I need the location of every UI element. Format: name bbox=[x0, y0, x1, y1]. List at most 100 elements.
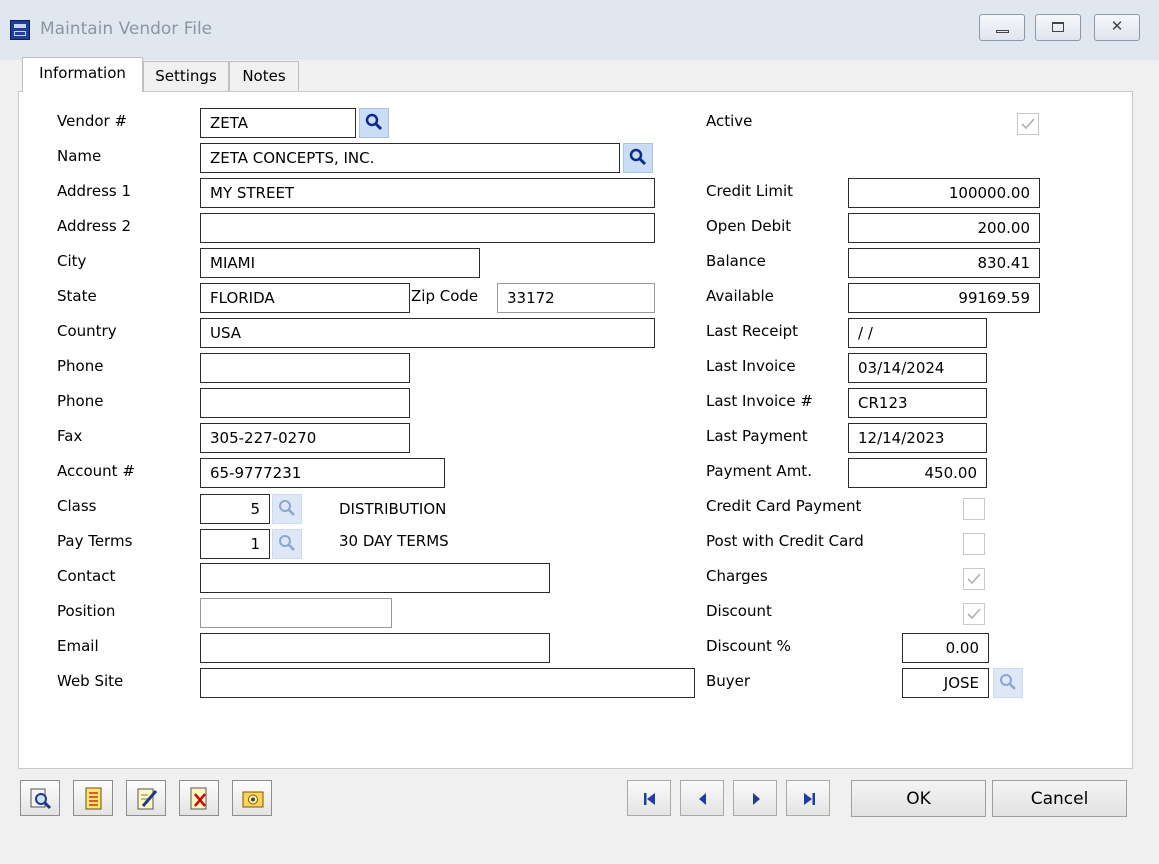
state-input[interactable]: FLORIDA bbox=[200, 283, 410, 313]
post-with-credit-card-label: Post with Credit Card bbox=[706, 532, 864, 550]
last-receipt-input[interactable]: / / bbox=[848, 318, 987, 348]
magnifier-icon bbox=[279, 500, 295, 516]
new-record-button[interactable] bbox=[73, 780, 113, 816]
last-record-icon bbox=[804, 793, 815, 805]
payment-amt-label: Payment Amt. bbox=[706, 462, 812, 480]
pay-terms-input[interactable]: 1 bbox=[200, 529, 270, 559]
camera-icon bbox=[242, 791, 264, 808]
address2-input[interactable] bbox=[200, 213, 655, 243]
pay-terms-label: Pay Terms bbox=[57, 532, 133, 550]
contact-input[interactable] bbox=[200, 563, 550, 593]
fax-input[interactable]: 305-227-0270 bbox=[200, 423, 410, 453]
city-input[interactable]: MIAMI bbox=[200, 248, 480, 278]
payment-amt-input[interactable]: 450.00 bbox=[848, 458, 987, 488]
close-icon: ✕ bbox=[1110, 17, 1124, 35]
country-label: Country bbox=[57, 322, 117, 340]
minimize-button[interactable] bbox=[979, 14, 1025, 41]
search-toolbar-button[interactable] bbox=[20, 780, 60, 816]
cancel-button[interactable]: Cancel bbox=[992, 780, 1127, 817]
phone2-label: Phone bbox=[57, 392, 104, 410]
class-lookup-button[interactable] bbox=[272, 494, 302, 524]
available-input[interactable]: 99169.59 bbox=[848, 283, 1040, 313]
credit-card-payment-checkbox[interactable] bbox=[963, 498, 985, 520]
address2-label: Address 2 bbox=[57, 217, 132, 235]
magnifier-icon bbox=[1000, 674, 1016, 690]
search-record-icon bbox=[30, 788, 52, 810]
credit-card-payment-label: Credit Card Payment bbox=[706, 497, 862, 515]
balance-input[interactable]: 830.41 bbox=[848, 248, 1040, 278]
country-input[interactable]: USA bbox=[200, 318, 655, 348]
delete-record-button[interactable] bbox=[179, 780, 219, 816]
name-input[interactable]: ZETA CONCEPTS, INC. bbox=[200, 143, 620, 173]
active-checkbox[interactable] bbox=[1017, 113, 1039, 135]
active-label: Active bbox=[706, 112, 753, 130]
edit-document-icon bbox=[137, 788, 158, 810]
magnifier-icon bbox=[629, 148, 647, 166]
address1-input[interactable]: MY STREET bbox=[200, 178, 655, 208]
tab-information[interactable]: Information bbox=[22, 57, 143, 92]
website-input[interactable] bbox=[200, 668, 695, 698]
first-record-button[interactable] bbox=[627, 780, 671, 816]
print-button[interactable] bbox=[232, 780, 272, 816]
tab-notes[interactable]: Notes bbox=[229, 61, 299, 91]
buyer-input[interactable]: JOSE bbox=[902, 668, 989, 698]
vendor-lookup-button[interactable] bbox=[359, 108, 389, 138]
city-label: City bbox=[57, 252, 87, 270]
edit-record-button[interactable] bbox=[126, 780, 166, 816]
phone2-input[interactable] bbox=[200, 388, 410, 418]
state-label: State bbox=[57, 287, 97, 305]
last-payment-label: Last Payment bbox=[706, 427, 808, 445]
class-input[interactable]: 5 bbox=[200, 494, 270, 524]
discount-label: Discount bbox=[706, 602, 772, 620]
credit-limit-input[interactable]: 100000.00 bbox=[848, 178, 1040, 208]
open-debit-input[interactable]: 200.00 bbox=[848, 213, 1040, 243]
email-label: Email bbox=[57, 637, 99, 655]
open-debit-label: Open Debit bbox=[706, 217, 792, 235]
last-invoice-no-input[interactable]: CR123 bbox=[848, 388, 987, 418]
last-invoice-input[interactable]: 03/14/2024 bbox=[848, 353, 987, 383]
credit-limit-label: Credit Limit bbox=[706, 182, 794, 200]
vendor-input[interactable]: ZETA bbox=[200, 108, 356, 138]
window-title: Maintain Vendor File bbox=[40, 19, 213, 39]
balance-label: Balance bbox=[706, 252, 766, 270]
maximize-button[interactable] bbox=[1035, 14, 1081, 41]
previous-record-icon bbox=[699, 793, 706, 805]
position-input[interactable] bbox=[200, 598, 392, 628]
vendor-label: Vendor # bbox=[57, 112, 128, 130]
zip-input[interactable]: 33172 bbox=[497, 283, 655, 313]
class-description: DISTRIBUTION bbox=[339, 500, 447, 518]
last-receipt-label: Last Receipt bbox=[706, 322, 799, 340]
last-record-button[interactable] bbox=[786, 780, 830, 816]
discount-checkbox[interactable] bbox=[963, 603, 985, 625]
charges-label: Charges bbox=[706, 567, 768, 585]
name-lookup-button[interactable] bbox=[623, 143, 653, 173]
tab-settings[interactable]: Settings bbox=[143, 61, 229, 91]
class-label: Class bbox=[57, 497, 97, 515]
account-label: Account # bbox=[57, 462, 135, 480]
name-label: Name bbox=[57, 147, 102, 165]
charges-checkbox[interactable] bbox=[963, 568, 985, 590]
account-input[interactable]: 65-9777231 bbox=[200, 458, 445, 488]
pay-terms-lookup-button[interactable] bbox=[272, 529, 302, 559]
tab-strip: Information Settings Notes bbox=[18, 57, 1138, 92]
document-icon bbox=[85, 787, 102, 810]
previous-record-button[interactable] bbox=[680, 780, 724, 816]
buyer-lookup-button[interactable] bbox=[993, 668, 1023, 698]
close-button[interactable]: ✕ bbox=[1094, 14, 1140, 41]
phone1-input[interactable] bbox=[200, 353, 410, 383]
discount-pct-input[interactable]: 0.00 bbox=[902, 633, 989, 663]
email-input[interactable] bbox=[200, 633, 550, 663]
last-payment-input[interactable]: 12/14/2023 bbox=[848, 423, 987, 453]
zip-label: Zip Code bbox=[411, 287, 479, 305]
first-record-icon bbox=[644, 793, 655, 805]
address1-label: Address 1 bbox=[57, 182, 132, 200]
magnifier-icon bbox=[365, 113, 383, 131]
delete-document-icon bbox=[190, 787, 207, 810]
buyer-label: Buyer bbox=[706, 672, 751, 690]
ok-button[interactable]: OK bbox=[851, 780, 986, 817]
vendor-window: Maintain Vendor File ✕ Information Setti… bbox=[0, 0, 1159, 864]
post-with-credit-card-checkbox[interactable] bbox=[963, 533, 985, 555]
checkmark-icon bbox=[967, 608, 981, 620]
next-record-button[interactable] bbox=[733, 780, 777, 816]
phone1-label: Phone bbox=[57, 357, 104, 375]
